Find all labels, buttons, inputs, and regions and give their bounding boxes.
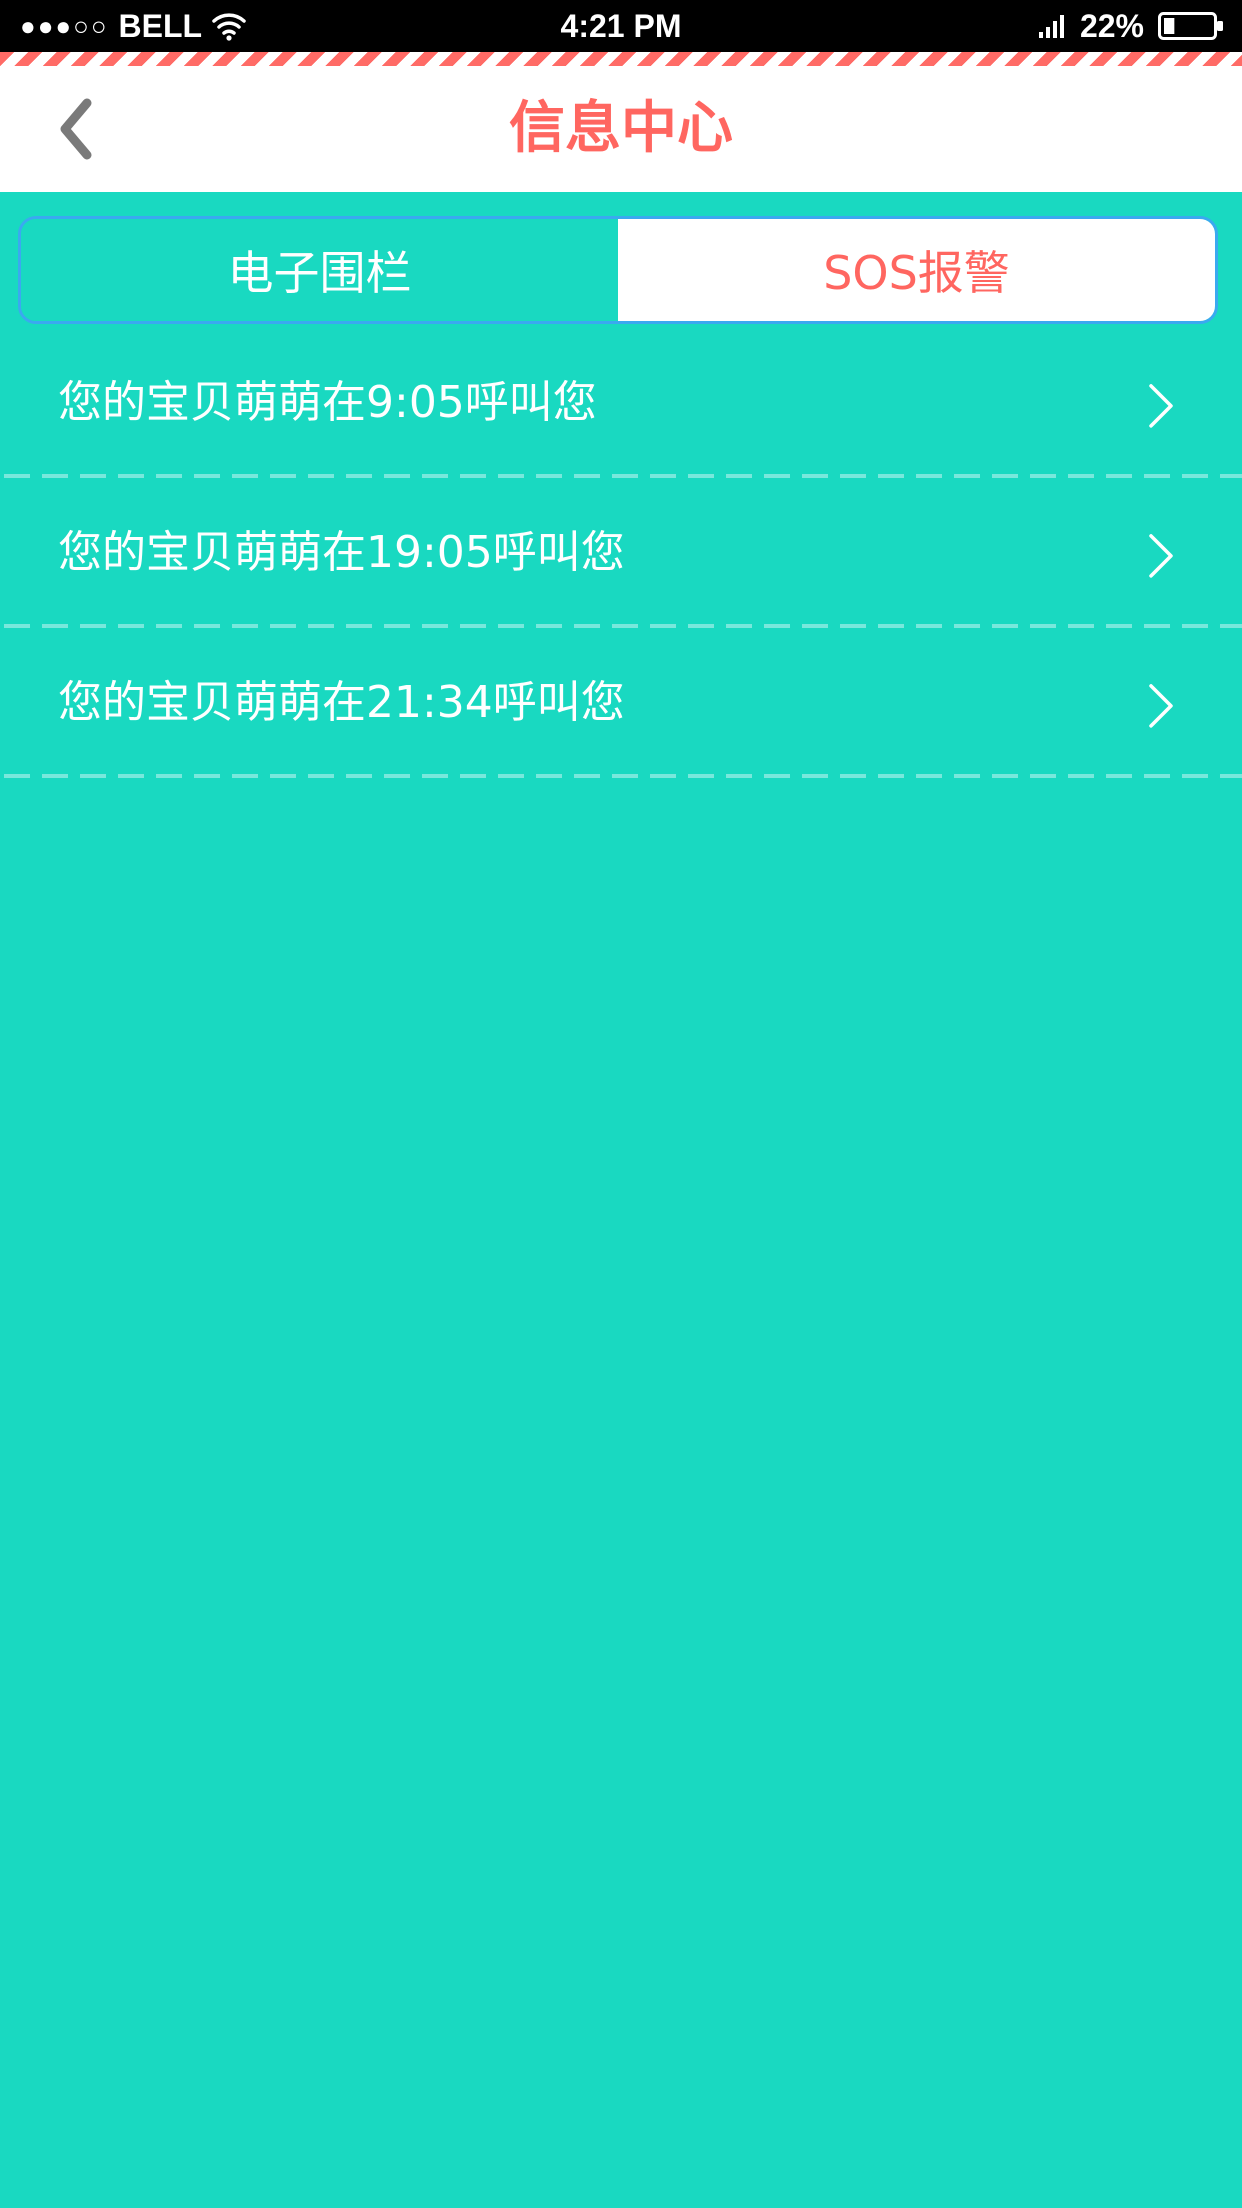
chevron-left-icon bbox=[60, 98, 92, 160]
message-list: 您的宝贝萌萌在9:05呼叫您 您的宝贝萌萌在19:05呼叫您 您的宝贝萌萌在21… bbox=[0, 328, 1242, 778]
message-text: 您的宝贝萌萌在19:05呼叫您 bbox=[58, 526, 625, 578]
message-text: 您的宝贝萌萌在21:34呼叫您 bbox=[58, 676, 625, 728]
cellular-signal-icon bbox=[1038, 15, 1064, 38]
tab-sos-alarm[interactable]: SOS报警 bbox=[618, 219, 1215, 321]
status-bar: ●●●○○ BELL 4:21 PM 22% bbox=[0, 0, 1242, 52]
battery-percent: 22% bbox=[1079, 7, 1144, 44]
decorative-stripe bbox=[0, 52, 1242, 66]
chevron-right-icon bbox=[1149, 684, 1173, 728]
battery-icon bbox=[1158, 12, 1223, 40]
message-text: 您的宝贝萌萌在9:05呼叫您 bbox=[58, 376, 597, 428]
status-right: 22% bbox=[1038, 0, 1224, 52]
list-item[interactable]: 您的宝贝萌萌在19:05呼叫您 bbox=[0, 478, 1242, 628]
tab-electronic-fence[interactable]: 电子围栏 bbox=[21, 219, 618, 321]
list-item[interactable]: 您的宝贝萌萌在21:34呼叫您 bbox=[0, 628, 1242, 778]
list-item[interactable]: 您的宝贝萌萌在9:05呼叫您 bbox=[0, 328, 1242, 478]
tab-label: SOS报警 bbox=[823, 246, 1010, 300]
tab-label: 电子围栏 bbox=[227, 246, 412, 300]
tab-bar: 电子围栏 SOS报警 bbox=[18, 216, 1218, 324]
nav-header: 信息中心 bbox=[0, 66, 1242, 192]
chevron-right-icon bbox=[1149, 534, 1173, 578]
back-button[interactable] bbox=[40, 92, 110, 166]
page-title: 信息中心 bbox=[509, 96, 733, 161]
chevron-right-icon bbox=[1149, 384, 1173, 428]
